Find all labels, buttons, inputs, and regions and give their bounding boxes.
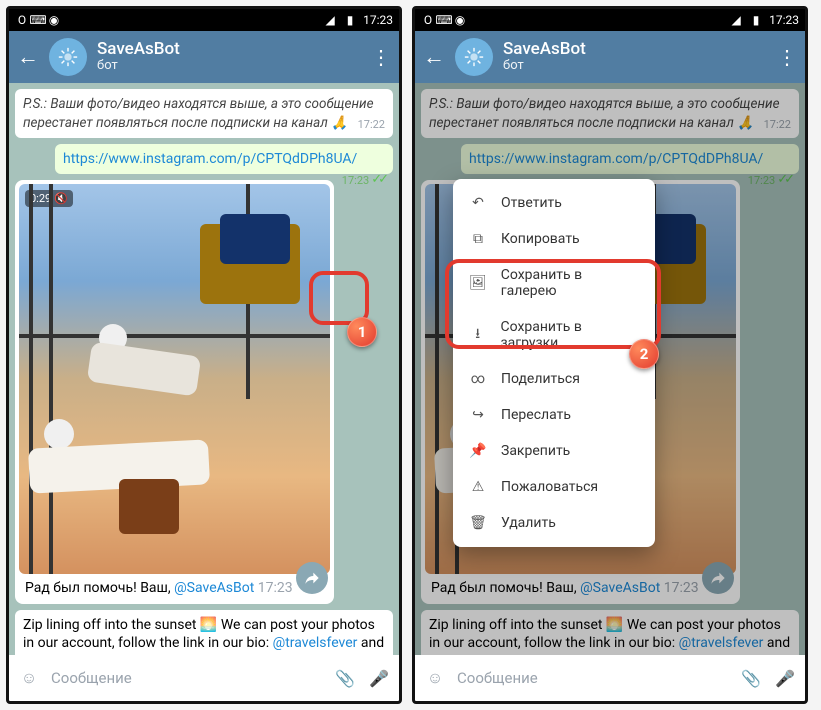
ctx-label: Пожаловаться: [501, 479, 598, 495]
attach-icon[interactable]: 📎: [739, 669, 763, 688]
ctx-share[interactable]: ∞ Поделиться: [453, 361, 655, 397]
shazam-icon: ◉: [453, 13, 467, 27]
caption-text: Рад был помочь! Ваш,: [25, 580, 174, 596]
ctx-label: Поделиться: [501, 371, 580, 387]
instagram-link[interactable]: https://www.instagram.com/p/CPTQdDPh8UA/: [63, 151, 357, 167]
clock: 17:23: [769, 13, 799, 27]
ctx-copy[interactable]: ⧉ Копировать: [453, 221, 655, 257]
ps-text: P.S.: Ваши фото/видео находятся выше, а …: [23, 96, 374, 131]
callout-badge-1: 1: [347, 317, 377, 347]
caption-timestamp: 17:23: [258, 580, 293, 596]
chat-title[interactable]: SaveAsBot: [503, 40, 586, 60]
message-zipline[interactable]: Zip lining off into the sunset 🌅 We can …: [15, 610, 393, 655]
ps-timestamp: 17:22: [358, 118, 385, 132]
caption-mention[interactable]: @SaveAsBot: [174, 580, 254, 596]
ctx-reply[interactable]: ↶ Ответить: [453, 185, 655, 221]
context-menu: ↶Ответить ⧉Копировать 🖼Сохранить в галер…: [453, 179, 655, 547]
emoji-icon[interactable]: ☺: [423, 668, 447, 688]
callout-badge-2: 2: [629, 339, 659, 369]
trash-icon: 🗑: [469, 515, 487, 531]
ctx-label: Удалить: [501, 515, 556, 531]
mic-icon[interactable]: 🎤: [773, 669, 797, 688]
message-video[interactable]: 0:29 🔇 Рад был помочь! Ваш, @SaveAsBot 1…: [15, 180, 334, 604]
attach-icon[interactable]: 📎: [333, 669, 357, 688]
chat-area[interactable]: P.S.: Ваши фото/видео находятся выше, а …: [9, 83, 399, 655]
message-input-bar: ☺ Сообщение 📎 🎤: [9, 655, 399, 701]
more-icon[interactable]: ⋮: [371, 45, 391, 69]
status-bar: O ⌨ ◉ ◢ ▮ 17:23: [415, 9, 805, 31]
opera-icon: O: [421, 13, 435, 27]
message-input[interactable]: Сообщение: [51, 669, 323, 687]
phone-left: O ⌨ ◉ ◢ ▮ 17:23 ← SaveAsBot бот ⋮ P.S.: …: [6, 6, 402, 704]
app-bar: ← SaveAsBot бот ⋮: [415, 31, 805, 83]
signal-icon: ◢: [729, 13, 743, 27]
back-icon[interactable]: ←: [17, 44, 39, 70]
chat-title[interactable]: SaveAsBot: [97, 40, 180, 60]
forward-icon: ↪: [469, 407, 487, 423]
signal-icon: ◢: [323, 13, 337, 27]
copy-icon: ⧉: [469, 231, 487, 247]
clock: 17:23: [363, 13, 393, 27]
message-link[interactable]: https://www.instagram.com/p/CPTQdDPh8UA/…: [55, 144, 393, 174]
chat-avatar[interactable]: [455, 38, 493, 76]
forward-button[interactable]: [296, 562, 328, 594]
phone-right: O ⌨ ◉ ◢ ▮ 17:23 ← SaveAsBot бот ⋮ P.S.: …: [412, 6, 808, 704]
opera-icon: O: [15, 13, 29, 27]
back-icon[interactable]: ←: [423, 44, 445, 70]
ctx-label: Переслать: [501, 407, 571, 423]
callout-highlight-2: [445, 259, 661, 349]
ctx-label: Ответить: [501, 195, 562, 211]
chat-subtitle: бот: [97, 59, 180, 74]
share-icon: ∞: [469, 371, 487, 387]
ctx-pin[interactable]: 📌 Закрепить: [453, 433, 655, 469]
link-timestamp: 17:23: [342, 174, 369, 188]
shazam-icon: ◉: [47, 13, 61, 27]
mic-icon[interactable]: 🎤: [367, 669, 391, 688]
chat-area[interactable]: P.S.: Ваши фото/видео находятся выше, а …: [415, 83, 805, 655]
report-icon: ⚠: [469, 479, 487, 495]
pin-icon: 📌: [469, 443, 487, 459]
ctx-report[interactable]: ⚠ Пожаловаться: [453, 469, 655, 505]
read-checks-icon: ✓✓: [371, 172, 385, 189]
reply-icon: ↶: [469, 195, 487, 211]
ctx-label: Закрепить: [501, 443, 570, 459]
mute-icon: 🔇: [54, 192, 68, 205]
battery-icon: ▮: [343, 13, 357, 27]
keyboard-icon: ⌨: [31, 13, 45, 27]
app-bar: ← SaveAsBot бот ⋮: [9, 31, 399, 83]
zip-mention[interactable]: @travelsfever: [273, 635, 358, 651]
keyboard-icon: ⌨: [437, 13, 451, 27]
chat-avatar[interactable]: [49, 38, 87, 76]
ctx-delete[interactable]: 🗑 Удалить: [453, 505, 655, 541]
ctx-label: Копировать: [501, 231, 580, 247]
video-thumbnail[interactable]: 0:29 🔇: [19, 184, 330, 574]
battery-icon: ▮: [749, 13, 763, 27]
chat-subtitle: бот: [503, 59, 586, 74]
status-bar: O ⌨ ◉ ◢ ▮ 17:23: [9, 9, 399, 31]
message-ps[interactable]: P.S.: Ваши фото/видео находятся выше, а …: [15, 89, 393, 138]
more-icon[interactable]: ⋮: [777, 45, 797, 69]
message-input-bar: ☺ Сообщение 📎 🎤: [415, 655, 805, 701]
emoji-icon[interactable]: ☺: [17, 668, 41, 688]
ctx-forward[interactable]: ↪ Переслать: [453, 397, 655, 433]
message-input[interactable]: Сообщение: [457, 669, 729, 687]
